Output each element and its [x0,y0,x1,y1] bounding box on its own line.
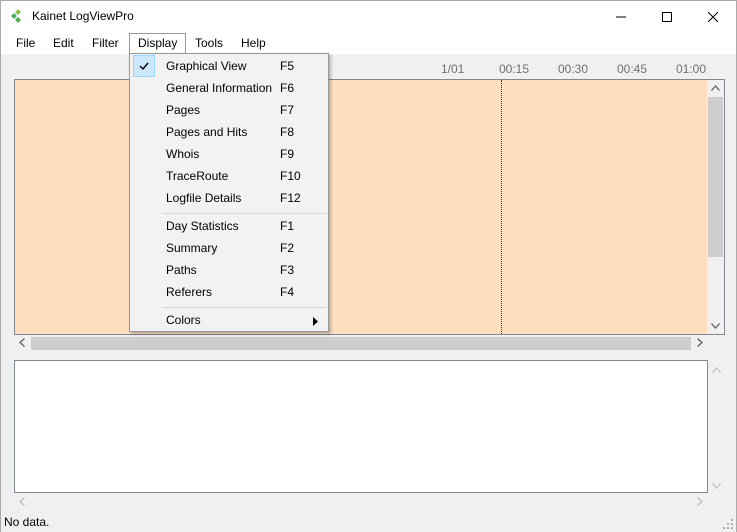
menu-item-graphical-view[interactable]: Graphical View F5 [132,55,326,77]
scroll-left-icon[interactable] [19,338,25,350]
submenu-arrow-icon [313,315,318,329]
scroll-up-icon[interactable] [711,84,720,94]
menu-item-label: Paths [166,263,197,277]
timeline-label-0015: 00:15 [499,62,530,76]
graph-hscroll-thumb[interactable] [31,337,691,350]
app-logo-icon [11,9,25,23]
graph-view-pane[interactable] [14,79,725,335]
menu-item-general-information[interactable]: General Information F6 [132,77,326,99]
menu-edit[interactable]: Edit [45,33,82,54]
menu-help[interactable]: Help [233,33,274,54]
menu-file[interactable]: File [8,33,43,54]
menu-item-whois[interactable]: Whois F9 [132,143,326,165]
menu-item-pages-and-hits[interactable]: Pages and Hits F8 [132,121,326,143]
detail-scroll-left-icon[interactable] [19,497,25,509]
menu-filter[interactable]: Filter [84,33,127,54]
menu-item-shortcut: F10 [280,169,301,183]
maximize-button[interactable] [644,1,690,32]
menu-item-label: Summary [166,241,218,255]
menu-item-logfile-details[interactable]: Logfile Details F12 [132,187,326,209]
detail-scroll-right-icon[interactable] [697,497,703,509]
menu-item-pages[interactable]: Pages F7 [132,99,326,121]
checkmark-icon [139,62,149,71]
scroll-down-icon[interactable] [711,322,720,332]
menu-item-shortcut: F7 [280,103,295,117]
menu-item-paths[interactable]: Paths F3 [132,259,326,281]
checked-indicator [133,55,155,77]
menu-item-label: Graphical View [166,59,247,73]
menu-item-day-statistics[interactable]: Day Statistics F1 [132,215,326,237]
menu-tools[interactable]: Tools [187,33,231,54]
title-bar[interactable]: Kainet LogViewPro [1,1,736,32]
timeline-label-date: 1/01 [441,62,465,76]
menu-item-referers[interactable]: Referers F4 [132,281,326,303]
menu-item-label: Colors [166,313,201,327]
menu-item-traceroute[interactable]: TraceRoute F10 [132,165,326,187]
menu-item-label: Pages and Hits [166,125,248,139]
menu-separator [162,213,327,214]
graph-vertical-scrollbar[interactable] [707,80,724,334]
menu-item-label: Whois [166,147,200,161]
maximize-icon [662,11,672,22]
timeline-label-0100: 01:00 [676,62,707,76]
status-bar: No data. [1,511,736,532]
minimize-button[interactable] [598,1,644,32]
menu-item-label: Logfile Details [166,191,242,205]
detail-scroll-up-icon[interactable] [712,366,721,376]
menu-item-shortcut: F2 [280,241,295,255]
detail-scroll-down-icon[interactable] [712,482,721,492]
menu-item-shortcut: F5 [280,59,295,73]
close-button[interactable] [690,1,736,32]
close-icon [708,11,718,22]
window-title: Kainet LogViewPro [32,9,134,23]
menu-item-label: TraceRoute [166,169,229,183]
menu-item-label: Referers [166,285,213,299]
menu-display[interactable]: Display [129,33,187,54]
display-dropdown-menu: Graphical View F5 General Information F6… [129,53,329,332]
graph-vscroll-thumb[interactable] [708,97,723,257]
menu-item-shortcut: F1 [280,219,295,233]
menu-item-shortcut: F9 [280,147,295,161]
graph-horizontal-scrollbar[interactable] [14,335,708,352]
detail-vertical-scrollbar[interactable] [708,360,725,493]
menu-item-colors[interactable]: Colors [132,309,326,331]
resize-grip-icon[interactable] [722,518,734,530]
status-text: No data. [4,515,50,529]
menu-item-label: General Information [166,81,273,95]
minimize-icon [616,16,626,17]
scroll-right-icon[interactable] [697,338,703,350]
menu-item-shortcut: F3 [280,263,295,277]
menu-item-summary[interactable]: Summary F2 [132,237,326,259]
app-window: Kainet LogViewPro File Edit Filter Displ… [0,0,737,532]
timeline-label-0030: 00:30 [558,62,589,76]
menu-item-shortcut: F4 [280,285,295,299]
menu-separator [162,307,327,308]
menu-item-shortcut: F8 [280,125,295,139]
menu-item-shortcut: F6 [280,81,295,95]
menu-item-label: Pages [166,103,201,117]
menu-item-label: Day Statistics [166,219,239,233]
detail-pane[interactable] [14,360,708,493]
timeline-label-0045: 00:45 [617,62,648,76]
time-marker-line [501,80,502,334]
menu-bar: File Edit Filter Display Tools Help [1,32,736,54]
menu-item-shortcut: F12 [280,191,301,205]
